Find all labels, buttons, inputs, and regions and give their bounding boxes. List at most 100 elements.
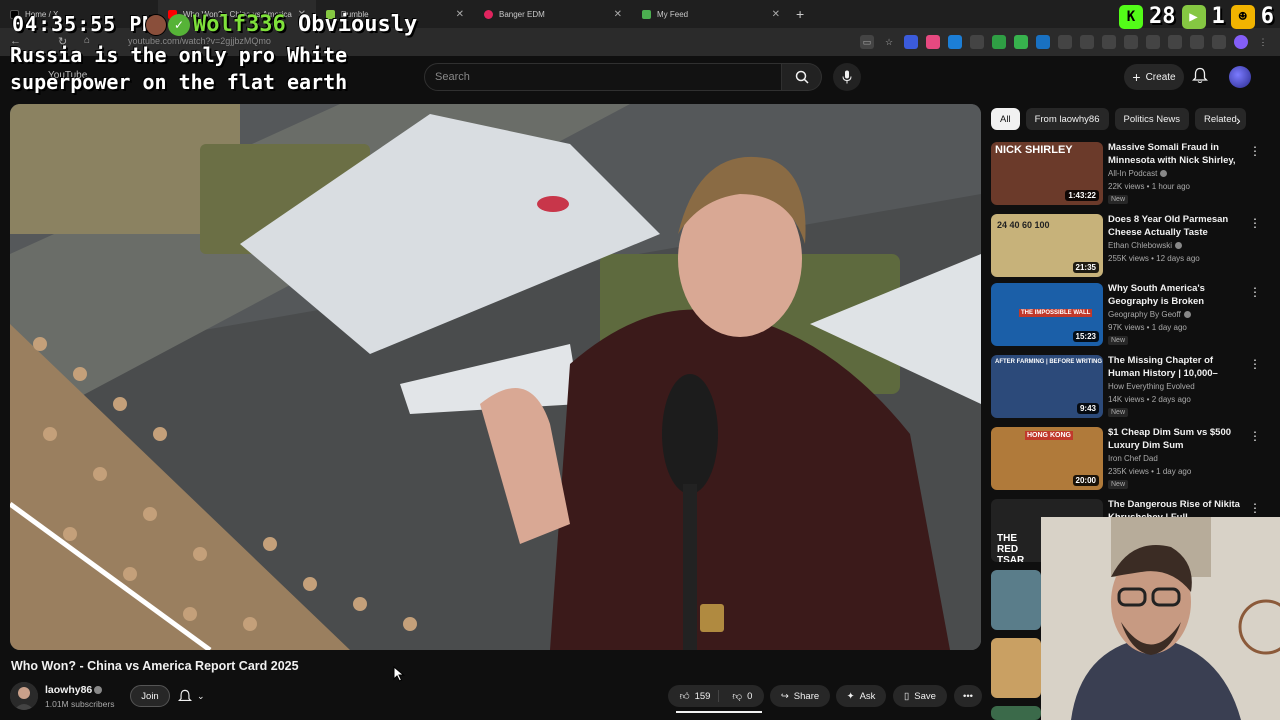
recommendation-title[interactable]: Does 8 Year Old Parmesan Cheese Actually…	[1108, 214, 1240, 240]
video-thumbnail[interactable]: AFTER FARMING | BEFORE WRITING 9:43	[991, 355, 1103, 418]
tab-my-feed[interactable]: My Feed ✕	[632, 0, 790, 28]
feed-favicon-icon	[642, 9, 651, 19]
bookmark-icon: ▯	[904, 690, 910, 702]
chip-politics-news[interactable]: Politics News	[1114, 108, 1190, 130]
more-vertical-icon[interactable]: ⋮	[1249, 429, 1261, 443]
recommendation-title[interactable]: The Missing Chapter of Human History | 1…	[1108, 355, 1240, 381]
extension-icon[interactable]	[948, 35, 962, 49]
create-button[interactable]: + Create	[1124, 64, 1184, 90]
search-input[interactable]	[435, 64, 765, 90]
more-vertical-icon[interactable]: ⋮	[1249, 285, 1261, 299]
close-icon[interactable]: ✕	[614, 9, 622, 20]
chip-all[interactable]: All	[991, 108, 1020, 130]
recommendation-title[interactable]: $1 Cheap Dim Sum vs $500 Luxury Dim Sum	[1108, 427, 1240, 452]
video-thumbnail[interactable]	[991, 706, 1041, 720]
recommendation-channel[interactable]: All-In Podcast	[1108, 169, 1168, 178]
video-frame	[10, 104, 981, 650]
create-label: Create	[1145, 71, 1176, 83]
browser-tab-bar: Home / X Who Won? - China vs America ✕ R…	[0, 0, 1280, 28]
more-vertical-icon[interactable]: ⋮	[1249, 501, 1261, 515]
recommendation-title[interactable]: Why South America's Geography is Broken	[1108, 283, 1240, 308]
chat-message: Russia is the only pro White superpower …	[10, 43, 348, 94]
channel-name[interactable]: laowhy86	[45, 684, 92, 696]
chevron-right-icon[interactable]: ›	[1236, 112, 1241, 128]
recommendation-item[interactable]: NICK SHIRLEY 1:43:22 Massive Somali Frau…	[991, 142, 1271, 206]
cast-icon[interactable]: ▭	[860, 35, 874, 49]
save-button[interactable]: ▯ Save	[893, 685, 947, 707]
extension-icon[interactable]	[1168, 35, 1182, 49]
bell-icon	[178, 689, 192, 701]
extension-icon[interactable]	[1212, 35, 1226, 49]
notifications-bell-icon[interactable]	[1192, 67, 1208, 84]
video-thumbnail[interactable]: HONG KONG 20:00	[991, 427, 1103, 490]
account-avatar[interactable]	[1229, 66, 1251, 88]
recommendation-channel[interactable]: How Everything Evolved	[1108, 382, 1195, 391]
extension-icon[interactable]	[1014, 35, 1028, 49]
video-thumbnail[interactable]: NICK SHIRLEY 1:43:22	[991, 142, 1103, 205]
extension-icon[interactable]	[1058, 35, 1072, 49]
more-vertical-icon[interactable]: ⋮	[1249, 357, 1261, 371]
new-tab-icon[interactable]: +	[796, 6, 804, 22]
search-button[interactable]	[782, 63, 822, 91]
recommendation-item[interactable]: AFTER FARMING | BEFORE WRITING 9:43 The …	[991, 355, 1271, 419]
tab-banger-edm[interactable]: Banger EDM ✕	[474, 0, 632, 28]
thumbnail-text: 24 40 60 100	[997, 220, 1050, 230]
new-badge: New	[1108, 408, 1129, 417]
extension-icon[interactable]	[970, 35, 984, 49]
video-player[interactable]	[10, 104, 981, 650]
extension-icon[interactable]	[992, 35, 1006, 49]
recommendation-item[interactable]: 24 40 60 100 21:35 Does 8 Year Old Parme…	[991, 214, 1271, 278]
close-icon[interactable]: ✕	[772, 9, 780, 20]
search-box	[424, 63, 782, 91]
chat-face-icon: ☻	[1230, 4, 1255, 29]
channel-avatar[interactable]	[10, 682, 38, 710]
thumbnail-text: NICK SHIRLEY	[995, 144, 1073, 156]
close-icon[interactable]: ✕	[456, 9, 464, 20]
extension-icon[interactable]	[904, 35, 918, 49]
extension-icon[interactable]	[1124, 35, 1138, 49]
duration-badge: 9:43	[1076, 403, 1099, 414]
ask-button[interactable]: ✦ Ask	[836, 685, 886, 707]
more-actions-button[interactable]: •••	[954, 685, 982, 707]
recommendation-channel[interactable]: Geography By Geoff	[1108, 310, 1191, 319]
like-button[interactable]: 👍︎ 159	[672, 690, 720, 702]
voice-search-button[interactable]	[833, 63, 861, 91]
recommendation-channel[interactable]: Iron Chef Dad	[1108, 454, 1158, 463]
recommendation-channel[interactable]: Ethan Chlebowski	[1108, 241, 1183, 250]
video-thumbnail[interactable]	[991, 638, 1041, 698]
star-icon[interactable]: ☆	[882, 35, 896, 49]
video-thumbnail[interactable]	[991, 570, 1041, 630]
subscription-bell-button[interactable]: ⌄	[178, 686, 220, 706]
stream-counters: K 28 ▶ 1 ☻ 6	[1119, 4, 1274, 29]
history-icon[interactable]	[1102, 35, 1116, 49]
chat-user-avatar	[145, 14, 167, 36]
video-thumbnail[interactable]: 24 40 60 100 21:35	[991, 214, 1103, 277]
join-button[interactable]: Join	[130, 685, 170, 707]
share-label: Share	[793, 690, 820, 702]
recommendation-item[interactable]: THE IMPOSSIBLE WALL 15:23 Why South Amer…	[991, 283, 1271, 347]
profile-icon[interactable]	[1234, 35, 1248, 49]
tab-label: My Feed	[657, 9, 689, 19]
video-thumbnail[interactable]: THE IMPOSSIBLE WALL 15:23	[991, 283, 1103, 346]
code-icon[interactable]	[1146, 35, 1160, 49]
more-vertical-icon[interactable]: ⋮	[1249, 144, 1261, 158]
extension-icon[interactable]	[1036, 35, 1050, 49]
music-favicon-icon	[484, 9, 493, 19]
sparkle-icon: ✦	[846, 690, 855, 702]
puzzle-icon[interactable]	[1190, 35, 1204, 49]
more-vertical-icon[interactable]: ⋮	[1249, 216, 1261, 230]
chevron-down-icon: ⌄	[197, 690, 205, 701]
subscriber-count: 1.01M subscribers	[45, 699, 115, 709]
recommendation-title[interactable]: Massive Somali Fraud in Minnesota with N…	[1108, 142, 1240, 168]
extension-icon[interactable]	[926, 35, 940, 49]
new-badge: New	[1108, 195, 1129, 204]
share-button[interactable]: ↪ Share	[770, 685, 830, 707]
rumble-icon: ▶	[1181, 4, 1206, 29]
chip-from-channel[interactable]: From laowhy86	[1025, 108, 1109, 130]
recommendation-meta: 255K views • 12 days ago	[1108, 254, 1200, 263]
share-icon: ↪	[780, 690, 789, 702]
dislike-button[interactable]: 👎︎ 0	[724, 690, 760, 703]
recommendation-item[interactable]: HONG KONG 20:00 $1 Cheap Dim Sum vs $500…	[991, 427, 1271, 491]
extension-icon[interactable]	[1080, 35, 1094, 49]
menu-icon[interactable]: ⋮	[1256, 35, 1270, 49]
